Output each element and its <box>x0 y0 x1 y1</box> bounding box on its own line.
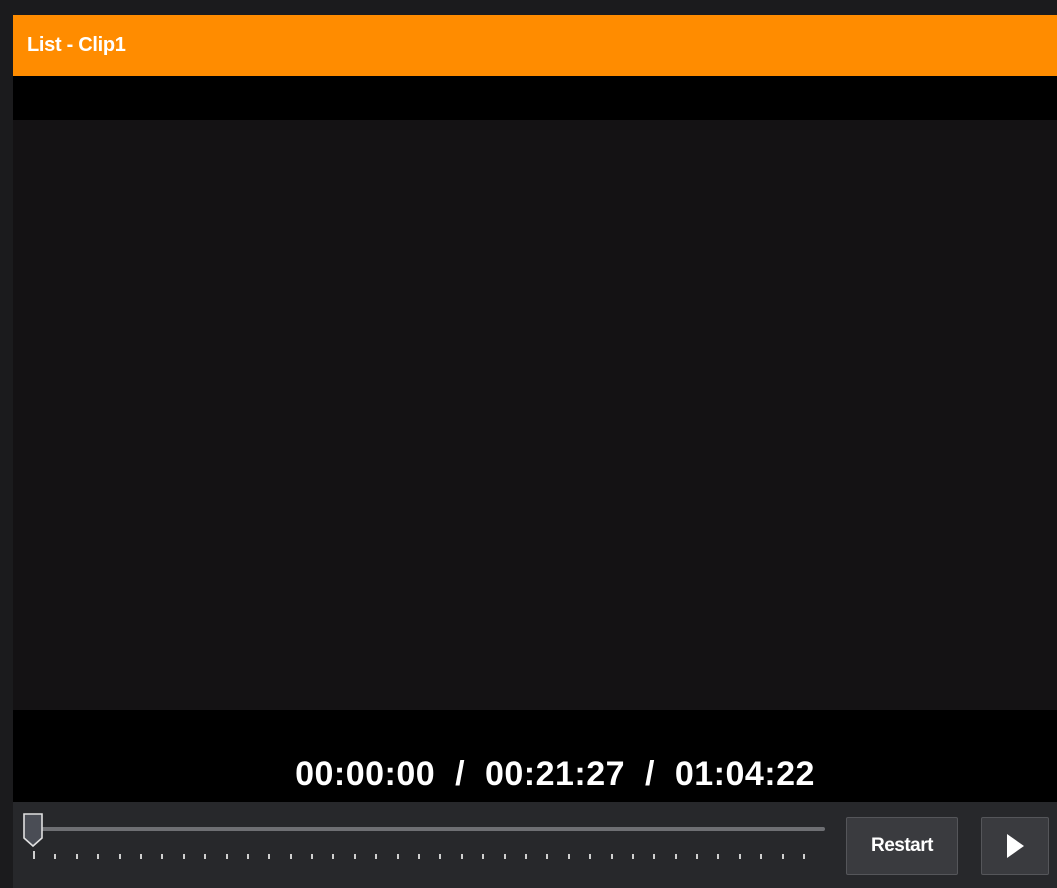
seek-tick <box>782 854 784 859</box>
seek-tick <box>482 854 484 859</box>
seek-tick <box>546 854 548 859</box>
seek-tick <box>632 854 634 859</box>
seek-slider-thumb[interactable] <box>22 812 44 848</box>
video-area: 00:00:00 / 00:21:27 / 01:04:22 <box>13 76 1057 802</box>
play-button[interactable] <box>981 817 1049 875</box>
seek-tick <box>461 854 463 859</box>
seek-tick <box>739 854 741 859</box>
seek-tick <box>161 854 163 859</box>
seek-tick <box>183 854 185 859</box>
seek-tick <box>119 854 121 859</box>
seek-tick <box>504 854 506 859</box>
timecode-end: 01:04:22 <box>674 755 815 793</box>
play-icon <box>1007 834 1024 858</box>
seek-tick <box>760 854 762 859</box>
seek-tick <box>653 854 655 859</box>
seek-tick <box>247 854 249 859</box>
video-frame[interactable] <box>13 120 1057 710</box>
seek-tick <box>354 854 356 859</box>
seek-tick <box>568 854 570 859</box>
seek-tick <box>525 854 527 859</box>
seek-tick <box>717 854 719 859</box>
title-bar: List - Clip1 <box>13 15 1057 76</box>
seek-tick <box>33 851 35 859</box>
restart-button[interactable]: Restart <box>846 817 958 875</box>
seek-tick <box>397 854 399 859</box>
seek-tick <box>611 854 613 859</box>
seek-tick <box>439 854 441 859</box>
seek-tick <box>54 854 56 859</box>
seek-tick <box>589 854 591 859</box>
seek-slider-track[interactable] <box>25 827 825 831</box>
seek-tick <box>803 854 805 859</box>
seek-tick <box>76 854 78 859</box>
window-title: List - Clip1 <box>27 34 126 56</box>
timecode-separator-1: / <box>455 755 466 793</box>
seek-tick <box>332 854 334 859</box>
seek-tick <box>375 854 377 859</box>
seek-tick <box>140 854 142 859</box>
seek-tick <box>204 854 206 859</box>
timecode-duration: 00:21:27 <box>484 755 626 793</box>
controls-panel: Restart <box>13 802 1057 888</box>
seek-slider-ticks <box>33 851 805 859</box>
timecode-separator-2: / <box>644 755 655 793</box>
restart-button-label: Restart <box>871 835 933 856</box>
timecode-display: 00:00:00 / 00:21:27 / 01:04:22 <box>13 754 1057 794</box>
seek-tick <box>696 854 698 859</box>
timecode-current: 00:00:00 <box>295 755 436 793</box>
seek-tick <box>418 854 420 859</box>
player-window: List - Clip1 00:00:00 / 00:21:27 / 01:04… <box>0 0 1057 888</box>
seek-tick <box>675 854 677 859</box>
seek-tick <box>268 854 270 859</box>
seek-tick <box>290 854 292 859</box>
seek-tick <box>97 854 99 859</box>
seek-tick <box>311 854 313 859</box>
seek-tick <box>226 854 228 859</box>
